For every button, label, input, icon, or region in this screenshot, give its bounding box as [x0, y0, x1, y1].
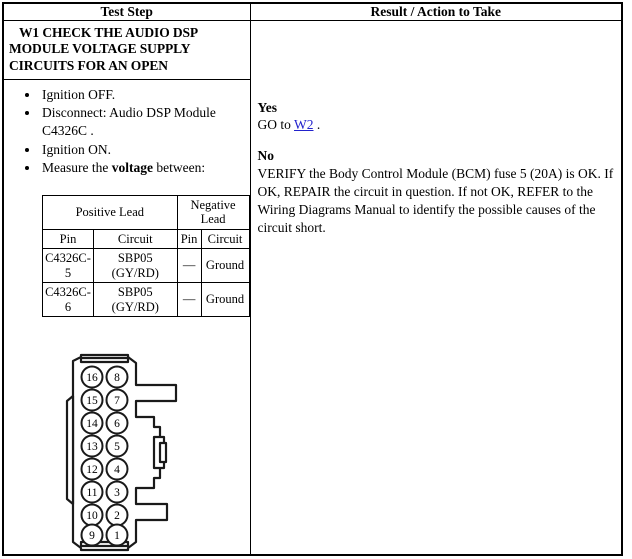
header-negative-pin: Pin — [176, 228, 202, 250]
test-step-column: W1 CHECK THE AUDIO DSP MODULE VOLTAGE SU… — [2, 19, 251, 556]
step-text: Ignition ON. — [42, 141, 111, 157]
result-yes-label: Yes — [257, 99, 278, 115]
pin-label-5: 5 — [114, 441, 120, 453]
pin-label-4: 4 — [114, 464, 120, 476]
lead-column-header-row: Pin Circuit Pin Circuit — [42, 228, 250, 250]
test-step-content-row: Ignition OFF. Disconnect: Audio DSP Modu… — [4, 80, 250, 555]
pin-label-6: 6 — [114, 418, 120, 430]
header-positive-pin: Pin — [42, 228, 94, 250]
pin-label-9: 9 — [89, 530, 95, 542]
cell-negative-pin: — — [176, 248, 202, 284]
cell-positive-pin: C4326C-6 — [42, 282, 94, 318]
list-item: Measure the voltage between: — [40, 159, 250, 177]
cell-positive-circuit: SBP05 (GY/RD) — [92, 282, 178, 318]
lead-group-header-row: Positive Lead Negative Lead — [42, 194, 250, 230]
table-header-row: Test Step Result / Action to Take — [2, 2, 623, 21]
result-yes-text: GO to W2 . — [258, 116, 616, 134]
table-body-row: W1 CHECK THE AUDIO DSP MODULE VOLTAGE SU… — [2, 19, 623, 556]
step-text: Ignition OFF. — [42, 87, 116, 103]
pin-label-3: 3 — [114, 487, 120, 499]
table-row: C4326C-5 SBP05 (GY/RD) — Ground — [42, 248, 250, 284]
test-step-list: Ignition OFF. Disconnect: Audio DSP Modu… — [4, 86, 250, 177]
pin-label-14: 14 — [86, 418, 98, 430]
pin-label-7: 7 — [114, 395, 120, 407]
header-negative-circuit: Circuit — [200, 228, 250, 250]
cell-negative-circuit: Ground — [200, 248, 250, 284]
test-step-inner-layout: W1 CHECK THE AUDIO DSP MODULE VOLTAGE SU… — [4, 20, 250, 555]
list-item: Ignition OFF. — [40, 86, 250, 104]
result-action-column: Yes GO to W2 . No VERIFY the Body Contro… — [249, 19, 623, 556]
step-text-emphasis: voltage — [111, 159, 153, 175]
step-text-prefix: Measure the — [42, 159, 112, 175]
pin-label-2: 2 — [114, 510, 120, 522]
pin-label-16: 16 — [86, 372, 98, 384]
connector-illustration-wrapper: 16 15 14 13 12 11 10 9 8 7 6 5 4 3 2 1 — [4, 317, 250, 554]
step-text: Disconnect: Audio DSP Module C4326C . — [42, 105, 216, 139]
result-yes-prefix: GO to — [257, 117, 295, 133]
step-text-suffix: between: — [152, 159, 206, 175]
list-item: Ignition ON. — [40, 141, 250, 159]
diagnostic-page: Test Step Result / Action to Take W1 CHE… — [0, 0, 632, 559]
diagnostic-procedure-table: Test Step Result / Action to Take W1 CHE… — [2, 2, 623, 557]
pin-label-12: 12 — [86, 464, 98, 476]
pin-label-8: 8 — [114, 372, 120, 384]
header-positive-circuit: Circuit — [92, 228, 178, 250]
pin-label-11: 11 — [86, 487, 97, 499]
table-row: C4326C-6 SBP05 (GY/RD) — Ground — [42, 282, 250, 318]
pin-label-1: 1 — [114, 530, 120, 542]
pin-label-10: 10 — [86, 510, 98, 522]
result-no-label: No — [257, 148, 275, 164]
cell-negative-pin: — — [176, 282, 202, 318]
cell-negative-circuit: Ground — [200, 282, 250, 318]
pin-label-15: 15 — [86, 395, 98, 407]
pin-label-13: 13 — [86, 441, 98, 453]
measurement-lead-table: Positive Lead Negative Lead Pin Circuit … — [42, 194, 250, 318]
lead-table-wrapper: Positive Lead Negative Lead Pin Circuit … — [4, 181, 250, 318]
test-step-title: W1 CHECK THE AUDIO DSP MODULE VOLTAGE SU… — [4, 20, 250, 81]
cell-positive-circuit: SBP05 (GY/RD) — [92, 248, 178, 284]
group-header-positive-lead: Positive Lead — [42, 194, 178, 230]
group-header-negative-lead: Negative Lead — [176, 194, 250, 230]
list-item: Disconnect: Audio DSP Module C4326C . — [40, 104, 250, 140]
result-action-content: Yes GO to W2 . No VERIFY the Body Contro… — [251, 21, 622, 244]
cell-positive-pin: C4326C-5 — [42, 248, 94, 284]
column-header-result-action: Result / Action to Take — [249, 2, 623, 21]
column-header-test-step: Test Step — [2, 2, 251, 21]
test-step-content: Ignition OFF. Disconnect: Audio DSP Modu… — [4, 80, 250, 555]
link-w2[interactable]: W2 — [294, 117, 314, 132]
connector-face-view-icon: 16 15 14 13 12 11 10 9 8 7 6 5 4 3 2 1 — [65, 354, 177, 552]
result-spacer — [258, 134, 616, 147]
result-yes-suffix: . — [313, 117, 321, 133]
result-no-text: VERIFY the Body Control Module (BCM) fus… — [257, 166, 614, 236]
test-step-title-row: W1 CHECK THE AUDIO DSP MODULE VOLTAGE SU… — [4, 20, 250, 81]
